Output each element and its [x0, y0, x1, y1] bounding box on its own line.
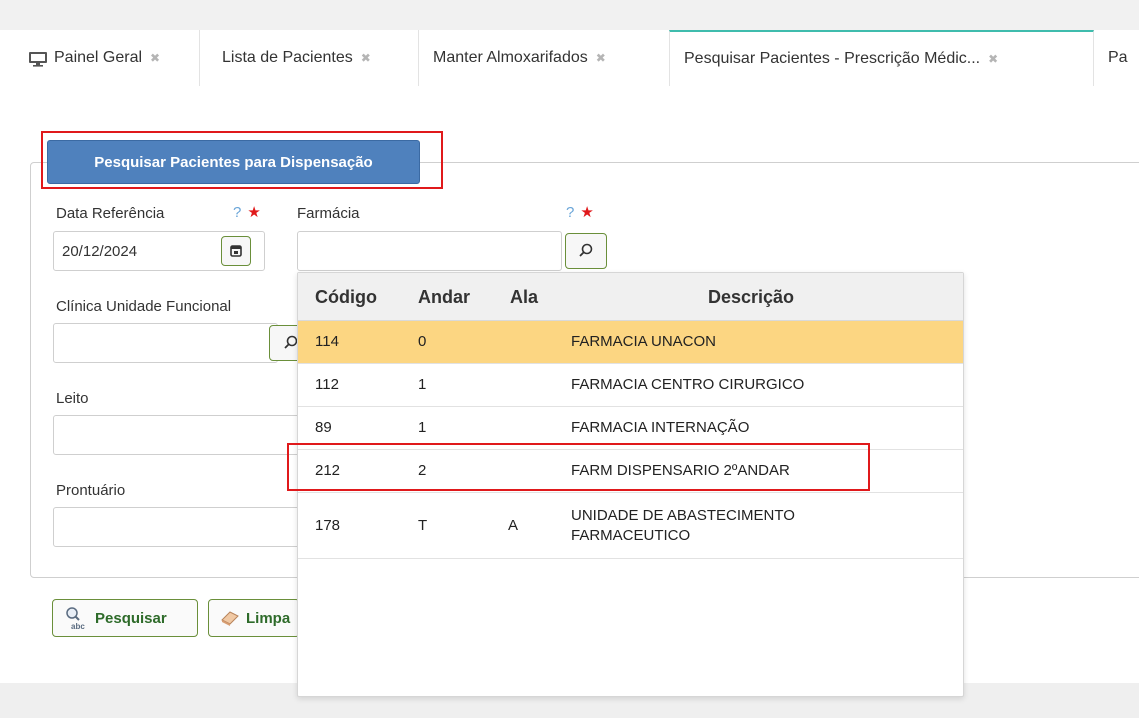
farmacia-label: Farmácia	[297, 205, 360, 222]
cell-andar: 0	[418, 333, 427, 351]
tab-manter-almoxarifados[interactable]: Manter Almoxarifados ✖	[419, 30, 670, 86]
prontuario-input[interactable]	[53, 507, 303, 547]
leito-input[interactable]	[53, 415, 303, 455]
eraser-icon	[221, 611, 239, 626]
search-abc-icon: abc	[66, 607, 85, 631]
search-icon	[579, 243, 593, 257]
tab-label: Pa	[1108, 49, 1128, 66]
column-header-descricao: Descrição	[708, 286, 795, 307]
calendar-icon	[230, 245, 242, 257]
required-star: ★	[580, 204, 594, 221]
column-header-ala: Ala	[510, 286, 539, 307]
svg-text:abc: abc	[71, 622, 85, 631]
clinica-label: Clínica Unidade Funcional	[56, 298, 232, 315]
farmacia-required: ? ★	[566, 203, 594, 221]
tab-label: Pesquisar Pacientes - Prescrição Médic..…	[684, 50, 981, 67]
top-bar	[0, 0, 1139, 30]
help-mark[interactable]: ?	[233, 204, 241, 221]
dropdown-header: Código Andar Ala Descrição	[298, 273, 963, 321]
monitor-icon	[28, 51, 48, 67]
cell-descricao: UNIDADE DE ABASTECIMENTO FARMACEUTICO	[571, 507, 795, 544]
farmacia-input[interactable]	[297, 231, 562, 271]
dropdown-row[interactable]: 114 0 FARMACIA UNACON	[298, 321, 963, 364]
limpar-label: Limpa	[246, 609, 291, 627]
dropdown-row[interactable]: 178 T A UNIDADE DE ABASTECIMENTO FARMACE…	[298, 493, 963, 559]
pesquisar-button[interactable]: abc Pesquisar	[52, 599, 198, 637]
column-header-andar: Andar	[418, 286, 471, 307]
pesquisar-label: Pesquisar	[95, 609, 167, 627]
help-mark[interactable]: ?	[566, 204, 574, 221]
prontuario-label: Prontuário	[56, 482, 126, 499]
tab-lista-pacientes[interactable]: Lista de Pacientes ✖	[208, 30, 419, 86]
search-icon	[284, 335, 298, 349]
cell-codigo: 112	[315, 376, 339, 394]
required-star: ★	[247, 204, 261, 221]
calendar-button[interactable]	[221, 236, 251, 266]
tab-label: Manter Almoxarifados	[433, 49, 588, 66]
clinica-input[interactable]	[53, 323, 278, 363]
cell-codigo: 178	[315, 516, 341, 534]
title-highlight-box	[41, 131, 443, 189]
limpar-button[interactable]: Limpa	[208, 599, 300, 637]
farmacia-search-button[interactable]	[565, 233, 607, 269]
tab-partial[interactable]: Pa	[1094, 30, 1139, 86]
column-header-codigo: Código	[315, 286, 377, 307]
tab-bar: Painel Geral ✖ Lista de Pacientes ✖ Mant…	[0, 30, 1139, 86]
cell-descricao: FARMACIA CENTRO CIRURGICO	[571, 376, 805, 394]
cell-codigo: 114	[315, 333, 339, 351]
close-icon[interactable]: ✖	[596, 51, 606, 65]
close-icon[interactable]: ✖	[361, 51, 371, 65]
cell-andar: 1	[418, 376, 427, 394]
data-referencia-required: ? ★	[233, 203, 261, 221]
row-highlight-box	[287, 443, 870, 491]
close-icon[interactable]: ✖	[150, 51, 160, 65]
tab-label: Painel Geral	[54, 49, 143, 66]
leito-label: Leito	[56, 390, 89, 407]
dropdown-row[interactable]: 112 1 FARMACIA CENTRO CIRURGICO	[298, 364, 963, 407]
cell-andar: T	[418, 516, 428, 534]
tab-painel-geral[interactable]: Painel Geral ✖	[14, 30, 200, 86]
tab-pesquisar-pacientes[interactable]: Pesquisar Pacientes - Prescrição Médic..…	[669, 30, 1094, 86]
cell-descricao: FARMACIA UNACON	[571, 333, 717, 351]
cell-ala: A	[508, 516, 519, 534]
tab-label: Lista de Pacientes	[222, 49, 353, 66]
close-icon[interactable]: ✖	[988, 52, 998, 66]
data-referencia-label: Data Referência	[56, 205, 165, 222]
